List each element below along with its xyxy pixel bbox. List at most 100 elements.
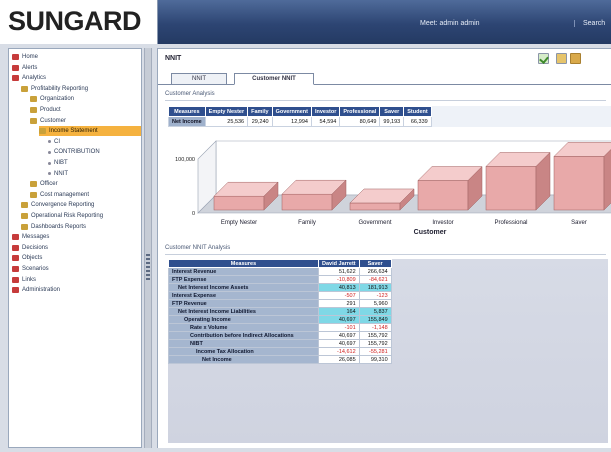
splitter-grip-icon[interactable] (146, 254, 150, 280)
analysis-row: FTP Revenue 291 5,960 (168, 299, 392, 308)
nav-item-label: CONTRIBUTION (54, 149, 100, 156)
nav-item-dashboards-reports[interactable]: Dashboards Reports (21, 222, 86, 232)
summary-col-header: Professional (339, 106, 381, 117)
bar-4 (485, 166, 537, 211)
search-button[interactable]: Search (574, 20, 605, 27)
summary-col-header: Measures (168, 106, 206, 117)
nav-item-income-statement[interactable]: Income Statement (39, 126, 141, 137)
tab-nnit[interactable]: NNIT (171, 73, 227, 85)
nav-item-customer[interactable]: Customer (30, 116, 66, 126)
measure-label: Interest Revenue (168, 267, 319, 276)
page-title: NNIT (165, 55, 182, 62)
divider (165, 100, 606, 101)
nav-item-label: Product (40, 107, 61, 113)
nav-item-alerts[interactable]: Alerts (12, 63, 37, 73)
nav-item-operational-risk-reporting[interactable]: Operational Risk Reporting (21, 211, 103, 221)
nav-item-links[interactable]: Links (12, 275, 36, 285)
panel-splitter[interactable] (144, 48, 152, 448)
summary-header-row: Measures Empty Nester Family Government Inve… (168, 106, 432, 117)
summary-cell: 99,193 (379, 116, 405, 127)
nav-item-label: Administration (22, 287, 61, 294)
summary-cell: 54,594 (310, 116, 341, 127)
x-tick-label: Saver (571, 220, 587, 226)
summary-cell: 25,536 (204, 116, 249, 127)
nav-item-nnit[interactable]: NNIT (48, 169, 68, 179)
measure-label: Operating Income (168, 315, 319, 324)
summary-col-header: Empty Nester (204, 106, 249, 117)
value-cell: 99,310 (358, 355, 392, 364)
nav-item-scenarios[interactable]: Scenarios (12, 264, 49, 274)
analysis-header-row: Measures David Jarrett Saver (168, 259, 392, 268)
nav-item-product[interactable]: Product (30, 105, 61, 115)
tab-customer-nnit[interactable]: Customer NNIT (234, 73, 314, 85)
summary-col-header: Student (403, 106, 432, 117)
value-cell: -101 (318, 323, 360, 332)
nav-item-decisions[interactable]: Decisions (12, 243, 48, 253)
x-axis-label: Customer (414, 229, 447, 236)
nav-item-organization[interactable]: Organization (30, 94, 74, 104)
value-cell: 155,849 (358, 315, 392, 324)
nav-item-objects[interactable]: Objects (12, 253, 42, 263)
nav-item-convergence-reporting[interactable]: Convergence Reporting (21, 200, 94, 210)
value-cell: 26,085 (318, 355, 360, 364)
analysis-row: FTP Expense -10,809 -84,621 (168, 275, 392, 284)
value-cell: 40,697 (318, 315, 360, 324)
scenarios-icon (12, 266, 19, 272)
nav-item-messages[interactable]: Messages (12, 232, 49, 242)
measure-label: Rate x Volume (168, 323, 319, 332)
nav-item-label: Analytics (22, 75, 47, 82)
report-icon (39, 128, 46, 135)
analysis-row: Interest Revenue 51,622 266,634 (168, 267, 392, 276)
summary-col-header: Investor (310, 106, 341, 117)
measure-label: Contribution before Indirect Allocations (168, 331, 319, 340)
nav-item-administration[interactable]: Administration (12, 285, 60, 295)
summary-cell: 66,339 (403, 116, 432, 127)
nav-item-label: Links (22, 276, 37, 283)
analysis-row: Net Income 26,085 99,310 (168, 355, 392, 364)
bar-0 (213, 195, 265, 211)
value-cell: -123 (358, 291, 392, 300)
measure-label: Interest Expense (168, 291, 319, 300)
nav-item-contribution[interactable]: CONTRIBUTION (48, 147, 100, 157)
measure-label: Net Interest Income Assets (168, 283, 319, 292)
links-icon (12, 276, 19, 283)
nav-item-label: Organization (40, 96, 75, 103)
sungard-logo: SUNGARD (8, 6, 142, 36)
analysis-row: Contribution before Indirect Allocations… (168, 331, 392, 340)
logo-area: SUNGARD (0, 0, 158, 44)
measure-label: FTP Expense (168, 275, 319, 284)
save-icon[interactable] (556, 53, 567, 64)
nav-item-label: NIBT (54, 160, 68, 166)
alert-icon (12, 64, 19, 71)
nav-item-label: Decisions (22, 244, 49, 251)
bullet-icon (48, 150, 51, 154)
measure-label: Net Income (168, 355, 319, 364)
x-tick-label: Investor (432, 220, 453, 226)
tab-strip: NNIT Customer NNIT (158, 69, 611, 85)
nav-item-label: Alerts (22, 64, 38, 71)
content-panel: NNIT NNIT Customer NNIT Customer Analysi… (157, 48, 611, 448)
nav-item-nibt[interactable]: NIBT (48, 158, 68, 168)
bullet-icon (48, 140, 51, 144)
nav-item-officer[interactable]: Officer (30, 179, 58, 189)
nav-item-profitability-reporting[interactable]: Profitability Reporting (21, 84, 88, 94)
nav-item-analytics[interactable]: Analytics (12, 73, 46, 83)
value-cell: 181,913 (358, 283, 392, 292)
analysis-row: Operating Income 40,697 155,849 (168, 315, 392, 324)
value-cell: 51,622 (318, 267, 360, 276)
folder-icon (30, 181, 37, 188)
nav-item-cost-management[interactable]: Cost management (30, 190, 89, 200)
welcome-text: Meet: admin admin (420, 20, 480, 27)
value-cell: 291 (318, 299, 360, 308)
check-icon[interactable] (538, 53, 549, 64)
folder-icon[interactable] (570, 53, 581, 64)
nav-item-home[interactable]: Home (12, 52, 38, 62)
nav-item-ci[interactable]: CI (48, 137, 60, 147)
x-tick-label: Government (358, 220, 391, 226)
value-cell: -14,612 (318, 347, 360, 356)
nav-item-label: Officer (40, 181, 58, 188)
analysis-col-header: Saver (358, 259, 392, 268)
summary-col-header: Government (271, 106, 312, 117)
measure-label: Income Tax Allocation (168, 347, 319, 356)
nav-item-label: Scenarios (22, 266, 49, 272)
